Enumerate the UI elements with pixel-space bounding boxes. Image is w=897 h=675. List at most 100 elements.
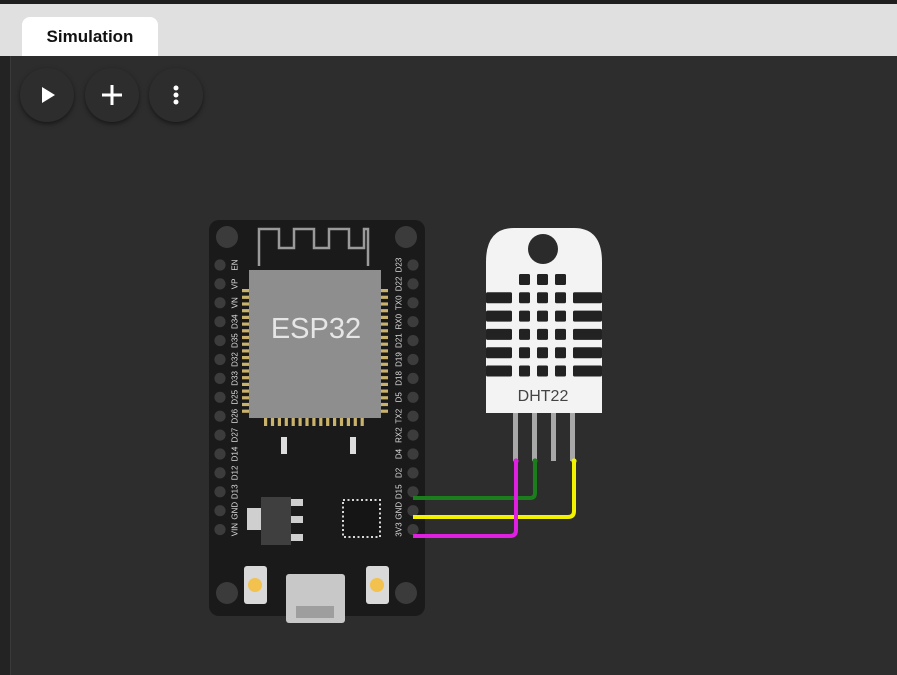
chip-pad xyxy=(380,369,388,373)
reset-button[interactable] xyxy=(370,578,384,592)
chip-pad xyxy=(264,418,268,426)
chip-pad xyxy=(242,376,250,380)
chip-pad xyxy=(242,362,250,366)
chip-pad xyxy=(270,418,275,426)
header-pin-d18[interactable] xyxy=(407,372,419,384)
boot-button[interactable] xyxy=(248,578,262,592)
chip-pad xyxy=(284,418,288,426)
esp32-board[interactable]: ESP32 EN VP VN D34 D35 D32 D33 D25 D26 D27 D14 D12 D… xyxy=(209,220,425,623)
pin-label: TX0 xyxy=(395,295,404,310)
header-pin-d4[interactable] xyxy=(407,448,419,460)
vent-slot xyxy=(573,292,602,304)
chip-pad xyxy=(339,418,344,426)
pin-label: D19 xyxy=(395,352,404,367)
mounting-hole xyxy=(216,582,238,604)
header-pin-tx2[interactable] xyxy=(407,410,419,422)
pin-label: D13 xyxy=(231,484,240,499)
header-pin-d25[interactable] xyxy=(214,391,226,403)
smd-component xyxy=(350,437,356,454)
header-pin-tx0[interactable] xyxy=(407,297,419,309)
vent-slot xyxy=(486,365,512,377)
chip-pad xyxy=(353,418,357,426)
header-pin-d35[interactable] xyxy=(214,335,226,347)
vent-slot xyxy=(519,274,530,285)
pin-label: D23 xyxy=(395,257,404,272)
header-pin-d5[interactable] xyxy=(407,391,419,403)
header-pin-d19[interactable] xyxy=(407,353,419,366)
dht22-mount-hole xyxy=(528,234,558,264)
header-pin-d27[interactable] xyxy=(214,429,226,441)
chip-pad xyxy=(380,309,388,313)
header-pin-d14[interactable] xyxy=(214,448,226,460)
header-pin-gnd[interactable] xyxy=(214,505,226,517)
header-pin-d12[interactable] xyxy=(214,467,226,479)
header-pin-d13[interactable] xyxy=(214,486,226,498)
header-pin-3v3[interactable] xyxy=(407,524,419,536)
chip-pad xyxy=(380,349,388,353)
header-pin-d26[interactable] xyxy=(214,410,226,422)
chip-pad xyxy=(380,362,388,366)
chip-pad xyxy=(242,329,250,333)
vent-slot xyxy=(573,347,602,359)
dht22-pin[interactable] xyxy=(570,409,575,461)
header-pin-d23[interactable] xyxy=(407,259,419,271)
chip-pad xyxy=(242,315,250,319)
chip-pad xyxy=(242,402,250,407)
vent-slot xyxy=(519,365,530,377)
chip-pad xyxy=(312,418,316,426)
header-pin-d34[interactable] xyxy=(214,316,226,328)
header-pin-rx0[interactable] xyxy=(407,316,419,328)
chip-pad xyxy=(380,315,388,319)
dht22-pin[interactable] xyxy=(551,409,556,461)
vent-slot xyxy=(486,310,512,322)
regulator-tab xyxy=(247,508,261,530)
chip-pad xyxy=(380,402,388,407)
header-pin-gnd[interactable] xyxy=(407,505,419,517)
vent-slot xyxy=(537,328,548,340)
pin-label: D15 xyxy=(395,484,404,499)
header-pin-d32[interactable] xyxy=(214,353,226,366)
dht22-sensor[interactable]: DHT22 xyxy=(486,228,602,461)
header-pin-d21[interactable] xyxy=(407,335,419,347)
regulator-leg xyxy=(291,534,303,541)
header-pin-rx2[interactable] xyxy=(407,429,419,441)
chip-pad xyxy=(242,342,250,346)
pin-label: RX0 xyxy=(395,313,404,329)
vent-slot xyxy=(486,328,512,340)
dht22-pin[interactable] xyxy=(513,409,518,461)
header-pin-vin[interactable] xyxy=(214,524,226,536)
pin-label: D25 xyxy=(231,389,240,404)
pin-label: D14 xyxy=(231,446,240,461)
chip-pad xyxy=(242,389,250,393)
circuit-diagram: ESP32 EN VP VN D34 D35 D32 D33 D25 D26 D27 D14 D12 D… xyxy=(209,220,602,623)
header-pin-en[interactable] xyxy=(214,259,226,271)
pin-label: GND xyxy=(231,502,240,520)
pin-label: RX2 xyxy=(395,427,404,443)
vent-slot xyxy=(537,347,548,359)
dht22-pin[interactable] xyxy=(532,409,537,461)
pin-label: VP xyxy=(231,279,240,290)
chip-pad xyxy=(380,342,388,346)
chip-pad xyxy=(380,289,388,293)
chip-pad xyxy=(380,302,388,306)
header-pin-d2[interactable] xyxy=(407,467,419,479)
header-pin-vn[interactable] xyxy=(214,297,226,309)
mounting-hole xyxy=(395,582,417,604)
voltage-regulator xyxy=(261,497,291,545)
wire-endpoint xyxy=(532,458,538,464)
chip-pad xyxy=(242,349,250,353)
wire-gnd[interactable] xyxy=(413,461,576,519)
pin-label: D12 xyxy=(231,465,240,480)
esp32-label: ESP32 xyxy=(271,313,361,345)
header-pin-d22[interactable] xyxy=(407,278,419,290)
pin-label: D22 xyxy=(395,276,404,291)
chip-pad xyxy=(291,418,295,426)
header-pin-vp[interactable] xyxy=(214,278,226,290)
pin-label: EN xyxy=(231,259,240,270)
pin-label: D33 xyxy=(231,371,240,386)
wire-endpoint xyxy=(513,458,519,464)
header-pin-d33[interactable] xyxy=(214,372,226,384)
chip-pad xyxy=(242,309,250,313)
header-pin-d15[interactable] xyxy=(407,486,419,498)
wires xyxy=(413,458,577,538)
